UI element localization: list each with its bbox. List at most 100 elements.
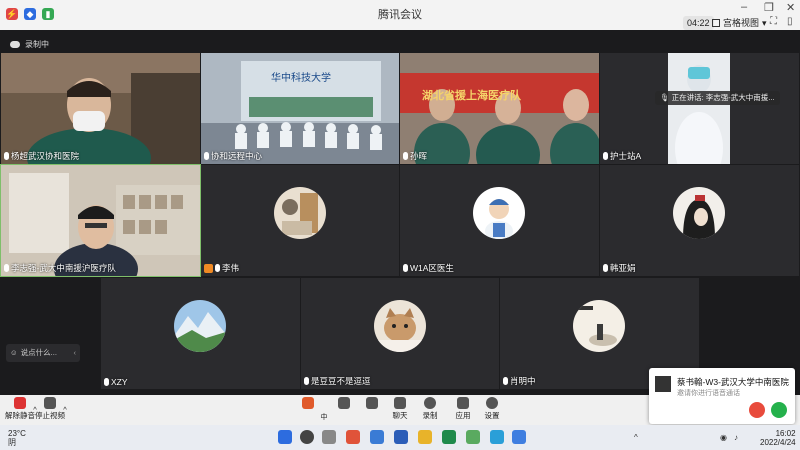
participant-label: XZY [104, 377, 128, 387]
speaking-indicator: 🎙 正在讲话: 李志强-武大中南援... [655, 91, 780, 105]
video-tile-7[interactable]: W1A区医生 [400, 165, 599, 276]
mic-icon [215, 264, 220, 272]
mic-icon [503, 377, 508, 385]
user-icon [204, 263, 213, 273]
tencent-meeting-icon[interactable] [512, 430, 526, 444]
ime-lang-indicator: 中 [320, 414, 328, 421]
mic-icon [403, 264, 408, 272]
gear-icon [486, 397, 498, 409]
camera-feed [400, 53, 599, 164]
task-view-icon[interactable] [322, 430, 336, 444]
chat-bubble-icon: ☺ [10, 348, 18, 357]
mic-icon [603, 152, 608, 160]
word-icon[interactable] [394, 430, 408, 444]
camera-feed [1, 53, 200, 164]
avatar [374, 300, 426, 352]
chat-input[interactable]: ☺ 说点什么... ‹ [6, 344, 80, 362]
mic-icon [403, 152, 408, 160]
video-tile-10[interactable]: 是豆豆不是逗逗 [301, 278, 499, 389]
video-tile-4[interactable]: 护士站A [600, 53, 799, 164]
video-tile-9[interactable]: XZY [101, 278, 300, 389]
mic-icon [4, 152, 9, 160]
chevron-left-icon[interactable]: ‹ [74, 344, 77, 362]
participant-label: 协和远程中心 [204, 150, 262, 162]
recording-indicator[interactable]: 录制中 [0, 38, 49, 50]
chat-icon [394, 397, 406, 409]
video-tile-6[interactable]: 李伟 [201, 165, 399, 276]
weather-widget[interactable]: 23°C 阴 [8, 429, 26, 447]
system-clock[interactable]: 16:02 2022/4/24 [760, 429, 796, 447]
view-label: 宫格视图 [723, 18, 760, 28]
sidebar-toggle-icon[interactable]: ▯ [787, 16, 793, 27]
participant-label: 孙晖 [403, 150, 427, 162]
invite-icon[interactable] [364, 397, 380, 410]
close-button[interactable]: ✕ [786, 1, 795, 14]
app-icon-1[interactable] [346, 430, 360, 444]
participant-label: 肖明中 [503, 375, 536, 387]
participant-label: 是豆豆不是逗逗 [304, 375, 371, 387]
avatar [673, 187, 725, 239]
caller-avatar [655, 376, 671, 392]
participant-label: 护士站A [603, 150, 641, 162]
call-subtext: 邀请你进行语音通话 [677, 390, 740, 397]
chevron-down-icon: ▾ [762, 18, 767, 28]
mic-icon [603, 264, 608, 272]
video-tile-1[interactable]: 杨超武汉协和医院 [1, 53, 200, 164]
record-icon [424, 397, 436, 409]
excel-icon[interactable] [442, 430, 456, 444]
avatar [473, 187, 525, 239]
participant-label: 李志强-武大中南援沪医疗队 [4, 262, 116, 274]
video-camera-icon [44, 397, 56, 409]
restore-button[interactable]: ❐ [764, 1, 774, 14]
video-tile-5[interactable]: 李志强-武大中南援沪医疗队 [0, 164, 201, 277]
participants-icon[interactable] [336, 397, 352, 410]
avatar [573, 300, 625, 352]
participant-label: 杨超武汉协和医院 [4, 150, 79, 162]
window-title: 腾讯会议 [378, 9, 422, 21]
os-taskbar: 23°C 阴 ^ ◉ ♪ 16:02 2022/4/24 [0, 425, 800, 450]
share-screen-icon[interactable] [300, 397, 316, 410]
view-switch-button[interactable]: 宫格视图 ▾ [712, 16, 767, 30]
recording-label: 录制中 [25, 39, 49, 49]
participant-label: 韩亚娟 [603, 262, 636, 274]
title-bar: ⚡ ◆ ▮ 腾讯会议 – ❐ ✕ 04:22 宫格视图 ▾ ⛶ ▯ [0, 0, 800, 30]
wifi-icon[interactable]: ◉ [720, 433, 727, 442]
participant-label: W1A区医生 [403, 262, 454, 274]
incoming-call-notification[interactable]: 蔡书翰-W3-武汉大学中南医院 邀请你进行语音通话 [649, 368, 795, 424]
search-icon[interactable] [300, 430, 314, 444]
mic-icon [204, 152, 209, 160]
room-banner-text: 华中科技大学 [271, 73, 331, 84]
grid-icon [712, 19, 720, 27]
video-tile-8[interactable]: 韩亚娟 [600, 165, 799, 276]
tray-chevron-icon[interactable]: ^ [634, 433, 638, 442]
video-tile-2[interactable]: 华中科技大学 协和远程中心 [201, 53, 399, 164]
video-tile-3[interactable]: 湖北省援上海医疗队 孙晖 [400, 53, 599, 164]
avatar [274, 187, 326, 239]
camera-feed [1, 165, 200, 276]
mic-icon [304, 377, 309, 385]
mic-icon [4, 264, 9, 272]
banner-text: 湖北省援上海医疗队 [422, 89, 521, 102]
apps-grid-icon [457, 397, 469, 409]
caller-name: 蔡书翰-W3-武汉大学中南医院 [677, 377, 789, 387]
edge-icon[interactable] [490, 430, 504, 444]
folder-icon[interactable] [418, 430, 432, 444]
cloud-icon [10, 40, 20, 48]
mic-off-icon [14, 397, 26, 409]
video-options-caret[interactable]: ^ [60, 405, 70, 414]
record-button[interactable]: 录制 [412, 397, 448, 421]
decline-call-button[interactable] [749, 402, 765, 418]
volume-icon[interactable]: ♪ [734, 433, 738, 442]
participant-label: 李伟 [204, 262, 239, 274]
mic-icon: 🎙 [660, 93, 670, 102]
settings-button[interactable]: 设置 [474, 397, 510, 421]
app-icon-2[interactable] [370, 430, 384, 444]
avatar [174, 300, 226, 352]
minimize-button[interactable]: – [741, 1, 747, 13]
fullscreen-icon[interactable]: ⛶ [770, 16, 777, 27]
meeting-timer: 04:22 [683, 16, 714, 30]
start-icon[interactable] [278, 430, 292, 444]
camera-feed [600, 53, 799, 164]
accept-call-button[interactable] [771, 402, 787, 418]
wechat-icon[interactable] [466, 430, 480, 444]
